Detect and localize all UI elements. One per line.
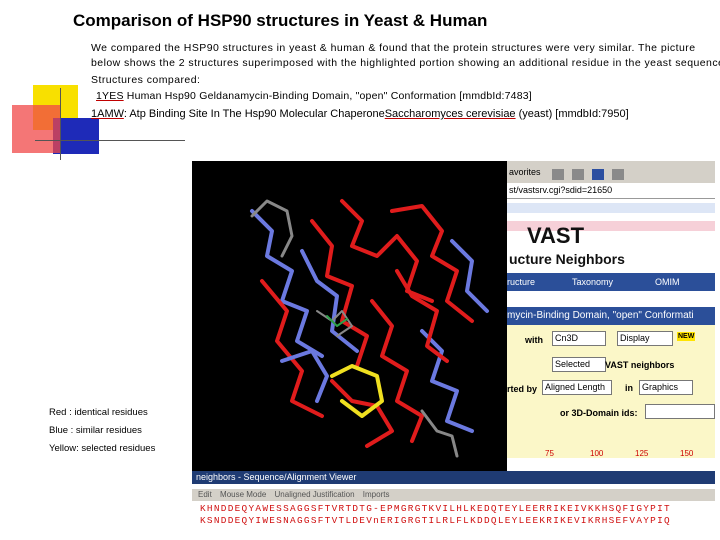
organism-link[interactable]: Saccharomyces cerevisiae bbox=[385, 108, 516, 120]
molecule-viewer bbox=[192, 161, 507, 476]
tab-omim[interactable]: OMIM bbox=[655, 273, 680, 291]
favorites-menu[interactable]: avorites bbox=[509, 167, 541, 177]
deco-red-square bbox=[12, 105, 60, 153]
mail-icon[interactable] bbox=[552, 169, 564, 180]
vast-neighbors-label: VAST neighbors bbox=[605, 360, 675, 370]
address-bar[interactable]: st/vastsrv.cgi?sdid=21650 bbox=[507, 183, 715, 199]
protein-structure-image bbox=[250, 199, 489, 458]
page-title: Comparison of HSP90 structures in Yeast … bbox=[73, 11, 488, 30]
new-badge: NEW bbox=[677, 332, 696, 341]
vast-logo: VAST bbox=[527, 223, 585, 248]
legend-blue: Blue : similar residues bbox=[49, 425, 142, 436]
display-select[interactable]: Display bbox=[617, 331, 673, 346]
ruler-125: 125 bbox=[635, 449, 649, 458]
ruler-100: 100 bbox=[590, 449, 604, 458]
sequence-viewer-title: neighbors - Sequence/Alignment Viewer bbox=[196, 472, 357, 482]
ruler-150: 150 bbox=[680, 449, 694, 458]
toolbar-icons bbox=[552, 166, 642, 180]
format-select[interactable]: Graphics bbox=[639, 380, 693, 395]
structure-2-line: 1AMW: Atp Binding Site In The Hsp90 Mole… bbox=[91, 108, 629, 120]
tools-icon[interactable] bbox=[612, 169, 624, 180]
intro-text-line-1: We compared the HSP90 structures in yeas… bbox=[91, 42, 696, 54]
structure-2-description: : Atp Binding Site In The Hsp90 Molecula… bbox=[123, 108, 385, 120]
deco-vertical-line bbox=[60, 88, 61, 160]
vast-form-area: with Cn3D Display NEW Selected VAST neig… bbox=[507, 325, 715, 458]
structure-2-suffix: (yeast) [mmdbId:7950] bbox=[515, 108, 629, 120]
in-label: in bbox=[625, 383, 633, 393]
structure-1-line: 1YES Human Hsp90 Geldanamycin-Binding Do… bbox=[91, 90, 532, 102]
menu-mouse-mode[interactable]: Mouse Mode bbox=[220, 490, 266, 499]
sequence-row-1: KHNDDEQYAWESSAGGSFTVRTDTG-EPMGRGTKVILHLK… bbox=[200, 503, 671, 514]
structure-neighbors-heading: ucture Neighbors bbox=[509, 251, 625, 267]
tab-structure[interactable]: ructure bbox=[507, 273, 535, 291]
vast-tab-bar: ructure Taxonomy OMIM bbox=[507, 273, 715, 291]
ruler-75: 75 bbox=[545, 449, 554, 458]
screenshot-panel: avorites st/vastsrv.cgi?sdid=21650 VAST … bbox=[192, 161, 715, 537]
sequence-viewer-menubar: Edit Mouse Mode Unaligned Justification … bbox=[192, 489, 715, 501]
intro-text-line-2: below shows the 2 structures superimpose… bbox=[91, 57, 720, 69]
with-label: with bbox=[525, 335, 543, 345]
legend-red: Red : identical residues bbox=[49, 407, 148, 418]
sequence-row-2: KSNDDEQYIWESNAGGSFTVTLDEVnERIGRGTILRLFLK… bbox=[200, 515, 671, 526]
sequence-viewer-titlebar: neighbors - Sequence/Alignment Viewer bbox=[192, 471, 715, 484]
structures-compared-label: Structures compared: bbox=[91, 74, 201, 86]
menu-edit[interactable]: Edit bbox=[198, 490, 212, 499]
selected-select[interactable]: Selected bbox=[552, 357, 606, 372]
domain-ids-label: or 3D-Domain ids: bbox=[560, 408, 638, 418]
word-icon[interactable] bbox=[592, 169, 604, 180]
sort-select[interactable]: Aligned Length bbox=[542, 380, 612, 395]
print-icon[interactable] bbox=[572, 169, 584, 180]
vast-browser-window: avorites st/vastsrv.cgi?sdid=21650 VAST … bbox=[507, 161, 715, 476]
domain-ids-input[interactable] bbox=[645, 404, 715, 419]
structure-1-link[interactable]: 1YES bbox=[96, 90, 124, 102]
menu-unaligned-justification[interactable]: Unaligned Justification bbox=[275, 490, 355, 499]
browser-toolbar: avorites bbox=[507, 161, 715, 183]
deco-horizontal-line bbox=[35, 140, 185, 141]
sorted-by-label: rted by bbox=[507, 384, 538, 394]
legend-yellow: Yellow: selected residues bbox=[49, 443, 156, 454]
vast-header: VAST ucture Neighbors bbox=[507, 199, 715, 271]
tab-taxonomy[interactable]: Taxonomy bbox=[572, 273, 613, 291]
menu-imports[interactable]: Imports bbox=[363, 490, 390, 499]
structure-2-link[interactable]: 1AMW bbox=[91, 108, 124, 120]
domain-banner: mycin-Binding Domain, "open" Conformati bbox=[507, 307, 715, 325]
structure-1-description: Human Hsp90 Geldanamycin-Binding Domain,… bbox=[126, 90, 532, 102]
sequence-alignment-area: KHNDDEQYAWESSAGGSFTVRTDTG-EPMGRGTKVILHLK… bbox=[192, 501, 715, 537]
viewer-select[interactable]: Cn3D bbox=[552, 331, 606, 346]
